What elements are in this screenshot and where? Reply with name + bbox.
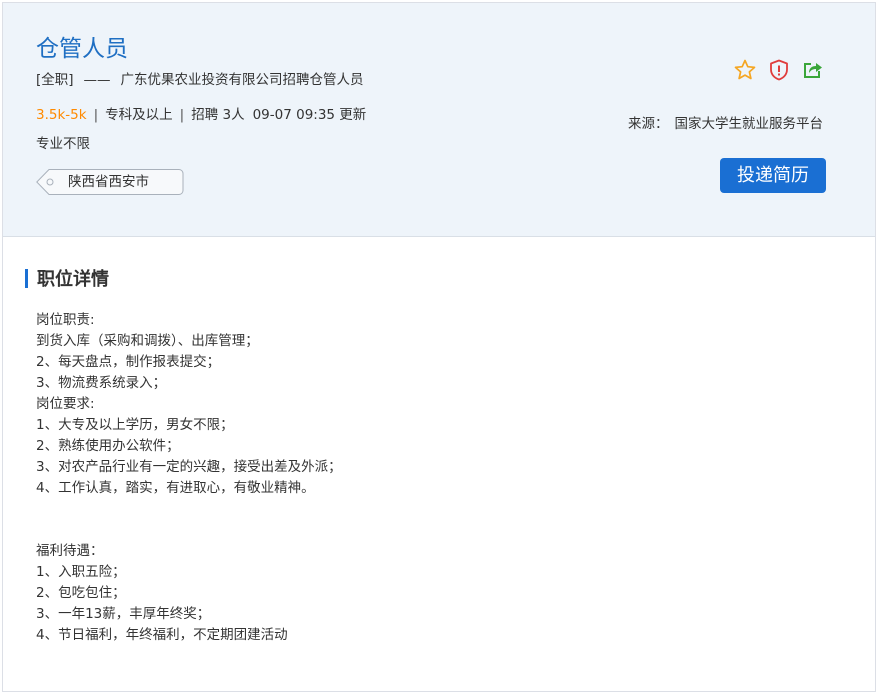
section-title-bar xyxy=(25,268,28,288)
source-info: 来源： 国家大学生就业服务平台 xyxy=(628,113,823,135)
description-line: 4、节日福利，年终福利，不定期团建活动 xyxy=(36,627,288,643)
description-line: 2、包吃包住； xyxy=(36,585,126,601)
job-description: 岗位职责: 到货入库（采购和调拨）、出库管理； 2、每天盘点，制作报表提交； 3… xyxy=(36,310,342,646)
description-line: 4、工作认真，踏实，有进取心，有敬业精神。 xyxy=(36,480,315,496)
description-line: 1、入职五险； xyxy=(36,564,126,580)
job-type: [全职] xyxy=(36,72,74,88)
source-value: 国家大学生就业服务平台 xyxy=(674,116,824,132)
salary: 3.5k-5k xyxy=(36,107,87,123)
description-line: 到货入库（采购和调拨）、出库管理； xyxy=(36,333,259,349)
star-icon[interactable] xyxy=(733,58,757,82)
update-time: 09-07 09:35 更新 xyxy=(252,107,367,123)
source-label: 来源： xyxy=(628,116,669,132)
section-title-text: 职位详情 xyxy=(37,269,109,290)
shield-report-icon[interactable] xyxy=(767,58,791,82)
description-line: 岗位职责: xyxy=(36,312,95,328)
description-line: 3、一年13薪，丰厚年终奖； xyxy=(36,606,211,622)
job-title: 仓管人员 xyxy=(36,36,128,62)
description-line: 2、每天盘点，制作报表提交； xyxy=(36,354,221,370)
job-detail-panel: 仓管人员 [全职] —— 广东优果农业投资有限公司招聘仓管人员 3.5k-5k | 专科… xyxy=(2,2,876,692)
description-line: 岗位要求: xyxy=(36,396,95,412)
description-line xyxy=(36,499,342,520)
job-meta: 3.5k-5k | 专科及以上 | 招聘 3人 09-07 09:35 更新 xyxy=(36,104,366,126)
section-title: 职位详情 xyxy=(25,266,109,290)
dash-separator: —— xyxy=(83,72,111,88)
meta-separator: | xyxy=(93,107,99,123)
location-tag: 陕西省西安市 xyxy=(36,169,184,195)
description-line: 福利待遇： xyxy=(36,543,104,559)
description-line: 2、熟练使用办公软件； xyxy=(36,438,180,454)
job-header: 仓管人员 [全职] —— 广东优果农业投资有限公司招聘仓管人员 3.5k-5k | 专科… xyxy=(3,3,875,237)
description-line: 3、对农产品行业有一定的兴趣，接受出差及外派； xyxy=(36,459,342,475)
education-requirement: 专科及以上 xyxy=(105,107,173,123)
description-line xyxy=(36,520,342,541)
company-recruit-text: 广东优果农业投资有限公司招聘仓管人员 xyxy=(120,72,364,88)
major-requirement: 专业不限 xyxy=(36,136,90,152)
action-icons xyxy=(733,57,825,83)
apply-resume-button[interactable]: 投递简历 xyxy=(720,158,826,193)
company-line: [全职] —— 广东优果农业投资有限公司招聘仓管人员 xyxy=(36,70,364,90)
share-icon[interactable] xyxy=(801,58,825,82)
meta-separator: | xyxy=(179,107,185,123)
headcount: 招聘 3人 xyxy=(191,107,245,123)
description-line: 1、大专及以上学历，男女不限； xyxy=(36,417,234,433)
description-line: 3、物流费系统录入； xyxy=(36,375,167,391)
location-text: 陕西省西安市 xyxy=(68,174,149,190)
